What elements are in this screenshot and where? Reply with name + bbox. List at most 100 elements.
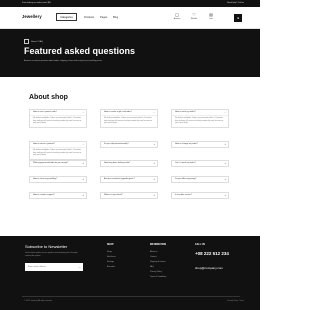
minus-icon[interactable]: − — [154, 110, 155, 115]
faq-card[interactable]: How to return a product? − We deliver worl… — [29, 141, 87, 160]
faq-card[interactable]: How to contact support? + — [29, 192, 87, 199]
newsletter-text: Get the latest updates on new products a… — [25, 252, 78, 257]
minus-icon[interactable]: − — [83, 110, 84, 115]
faq-answer: We deliver worldwide. Orders are process… — [30, 115, 86, 127]
faq-question[interactable]: How to return a product? — [30, 142, 86, 147]
footer-link[interactable]: Privacy Policy — [150, 271, 162, 273]
faq-question[interactable]: Do you offer engraving? — [172, 177, 228, 182]
footer-link[interactable]: Contact — [150, 256, 157, 258]
footer-link[interactable]: About us — [150, 251, 157, 253]
footer-link[interactable]: Bracelets — [107, 266, 115, 268]
email-placeholder: Enter email address — [28, 266, 46, 268]
faq-card[interactable]: Where is my refund? + — [100, 192, 158, 199]
categories-button[interactable]: Categories — [56, 13, 77, 21]
faq-card[interactable]: How to track my order? − We deliver worldw… — [171, 109, 229, 128]
faq-question[interactable]: How to create a gift card order? — [101, 110, 157, 115]
plus-icon[interactable]: + — [83, 193, 84, 198]
faq-card[interactable]: Do you ship internationally? + — [100, 141, 158, 148]
faq-card[interactable]: Do you offer engraving? + — [171, 176, 229, 183]
plus-icon[interactable]: + — [225, 177, 226, 182]
plus-icon[interactable]: + — [154, 142, 155, 147]
footer-link[interactable]: Rings — [107, 251, 112, 253]
newsletter-title: Subscribe to Newsletter — [25, 244, 68, 249]
footer-col-title-info: INFORMATION — [150, 244, 167, 246]
account-label: Account — [173, 18, 181, 20]
faq-card[interactable]: Can I cancel my order? + — [171, 160, 229, 167]
faq-question[interactable]: How to change my order? — [172, 142, 228, 147]
footer-col-title-shop: SHOP — [107, 244, 114, 246]
newsletter-email-input[interactable]: Enter email address → — [25, 263, 83, 271]
account-button[interactable]: ◯ Account — [169, 12, 185, 20]
faq-card[interactable]: What payment methods do you accept? + — [29, 160, 87, 167]
faq-question[interactable]: Where is my refund? — [101, 193, 157, 198]
faq-answer: We deliver worldwide. Orders are process… — [30, 147, 86, 159]
help-text[interactable]: Need help? Call us — [227, 0, 244, 7]
faq-question[interactable]: How to use a promo code? — [30, 110, 86, 115]
faq-question[interactable]: Is my data secure? — [172, 193, 228, 198]
faq-answer: We deliver worldwide. Orders are process… — [172, 115, 228, 127]
section-title-about: About shop — [29, 94, 68, 101]
plus-icon[interactable]: + — [83, 177, 84, 182]
cart-icon: ● — [236, 16, 240, 20]
top-promo-bar: Free delivery on orders over $50 Need he… — [0, 0, 260, 7]
faq-card[interactable]: How to use a promo code? − We deliver worl… — [29, 109, 87, 128]
page-subtitle: Answers to common questions about orders… — [24, 60, 103, 62]
account-icon: ◯ — [174, 12, 180, 17]
faq-card[interactable]: How to clean my jewellery? + — [29, 176, 87, 183]
promo-text: Free delivery on orders over $50 — [22, 2, 51, 4]
footer-phone[interactable]: +08 222 512 234 — [195, 251, 229, 256]
submit-arrow-icon[interactable]: → — [78, 263, 81, 271]
faq-card[interactable]: How to create a gift card order? − We deli… — [100, 109, 158, 128]
faq-question[interactable]: What payment methods do you accept? — [30, 161, 86, 166]
footer-link[interactable]: Necklaces — [107, 256, 116, 258]
cart-link[interactable]: ▤ Cart — [203, 12, 219, 20]
plus-icon[interactable]: + — [83, 161, 84, 166]
logo[interactable]: Jewellery — [22, 14, 42, 19]
footer-link[interactable]: Terms & Conditions — [150, 276, 166, 278]
bag-icon: ▤ — [209, 12, 213, 17]
footer-divider — [22, 296, 240, 297]
faq-card[interactable]: Is my data secure? + — [171, 192, 229, 199]
cart-button[interactable]: ● — [234, 14, 242, 22]
plus-icon[interactable]: + — [225, 193, 226, 198]
faq-question[interactable]: Are your materials hypoallergenic? — [101, 177, 157, 182]
footer: Subscribe to Newsletter Get the latest u… — [0, 236, 260, 310]
heart-icon: ♡ — [192, 12, 196, 17]
plus-icon[interactable]: + — [225, 161, 226, 166]
footer-col-title-contact: CALL US — [195, 244, 205, 246]
breadcrumb-text[interactable]: Home / FAQ — [31, 41, 43, 43]
breadcrumb: Home / FAQ — [24, 39, 43, 44]
faq-question[interactable]: Do you ship internationally? — [101, 142, 157, 147]
cart-label: Cart — [209, 18, 213, 20]
faq-answer: We deliver worldwide. Orders are process… — [101, 115, 157, 127]
faq-question[interactable]: How to contact support? — [30, 193, 86, 198]
footer-email[interactable]: shop@company.com — [195, 266, 223, 270]
faq-hero: Home / FAQ Featured asked questions Answ… — [0, 29, 260, 77]
footer-link[interactable]: Earrings — [107, 261, 114, 263]
plus-icon[interactable]: + — [154, 177, 155, 182]
copyright: © 2024. Jewellery. All rights reserved. — [24, 300, 53, 302]
plus-icon[interactable]: + — [154, 193, 155, 198]
faq-question[interactable]: How long does delivery take? — [101, 161, 157, 166]
plus-icon[interactable]: + — [154, 161, 155, 166]
faq-card[interactable]: Are your materials hypoallergenic? + — [100, 176, 158, 183]
faq-card[interactable]: How to change my order? + — [171, 141, 229, 148]
nav-link-blog[interactable]: Blog — [113, 16, 118, 19]
faq-question[interactable]: How to track my order? — [172, 110, 228, 115]
nav-link-products[interactable]: Products — [84, 16, 94, 19]
minus-icon[interactable]: − — [225, 110, 226, 115]
plus-icon[interactable]: + — [225, 142, 226, 147]
footer-link[interactable]: Shipping & returns — [150, 261, 166, 263]
wishlist-label: Wishlist — [190, 18, 198, 20]
main-navbar: Jewellery Categories Products Pages Blog… — [0, 7, 260, 29]
faq-question[interactable]: How to clean my jewellery? — [30, 177, 86, 182]
faq-question[interactable]: Can I cancel my order? — [172, 161, 228, 166]
home-icon[interactable] — [24, 39, 29, 44]
minus-icon[interactable]: − — [83, 142, 84, 147]
nav-link-pages[interactable]: Pages — [100, 16, 107, 19]
footer-bottom-links[interactable]: Privacy Policy · Terms — [227, 300, 244, 302]
footer-link[interactable]: FAQ — [150, 266, 154, 268]
wishlist-button[interactable]: ♡ Wishlist — [186, 12, 202, 20]
faq-card[interactable]: How long does delivery take? + — [100, 160, 158, 167]
page-title: Featured asked questions — [24, 46, 136, 56]
